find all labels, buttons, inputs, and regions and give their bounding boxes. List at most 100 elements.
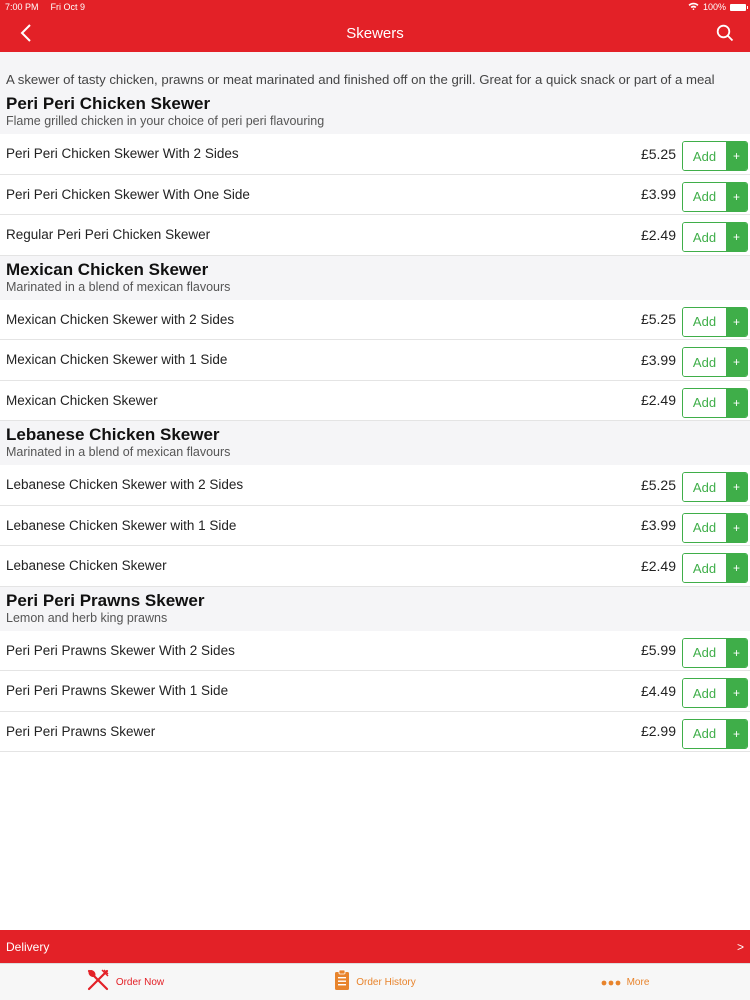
tab-label: Order Now xyxy=(115,976,165,988)
status-right: 100% xyxy=(688,2,748,12)
tab-label: Order History xyxy=(356,976,416,988)
section-header: Peri Peri Prawns Skewer Lemon and herb k… xyxy=(0,586,750,631)
plus-icon: + xyxy=(726,388,747,417)
menu-item-row: Regular Peri Peri Chicken Skewer £2.49 A… xyxy=(0,215,750,256)
add-button[interactable]: Add + xyxy=(682,553,748,583)
add-button[interactable]: Add + xyxy=(682,637,748,668)
item-price: £2.49 xyxy=(640,392,676,409)
category-description: A skewer of tasty chicken, prawns or mea… xyxy=(0,52,750,90)
delivery-bar[interactable]: Delivery > xyxy=(0,930,750,963)
item-name: Mexican Chicken Skewer with 2 Sides xyxy=(6,311,235,327)
menu-section: Peri Peri Prawns Skewer Lemon and herb k… xyxy=(0,586,750,752)
add-label: Add xyxy=(683,223,726,251)
item-price: £3.99 xyxy=(640,186,676,203)
add-label: Add xyxy=(683,638,726,667)
plus-icon: + xyxy=(726,348,747,376)
item-price: £2.49 xyxy=(640,557,676,574)
battery-percent: 100% xyxy=(702,2,726,12)
plus-icon: + xyxy=(726,719,747,748)
add-button[interactable]: Add + xyxy=(682,512,748,543)
add-button[interactable]: Add + xyxy=(682,678,748,708)
wifi-icon xyxy=(688,2,699,12)
item-name: Regular Peri Peri Chicken Skewer xyxy=(6,227,211,243)
add-button[interactable]: Add + xyxy=(682,222,748,252)
section-title: Peri Peri Chicken Skewer xyxy=(6,94,211,113)
item-price: £2.99 xyxy=(640,723,676,740)
section-title: Peri Peri Prawns Skewer xyxy=(6,590,205,610)
menu-item-row: Peri Peri Chicken Skewer With 2 Sides £5… xyxy=(0,134,750,175)
add-button[interactable]: Add + xyxy=(682,718,748,749)
add-label: Add xyxy=(683,473,726,501)
menu-item-row: Mexican Chicken Skewer with 2 Sides £5.2… xyxy=(0,299,750,340)
plus-icon: + xyxy=(726,638,747,667)
search-icon[interactable] xyxy=(712,20,738,46)
menu-item-row: Lebanese Chicken Skewer with 1 Side £3.9… xyxy=(0,505,750,546)
add-label: Add xyxy=(683,513,726,542)
item-name: Mexican Chicken Skewer with 1 Side xyxy=(6,352,228,368)
add-button[interactable]: Add + xyxy=(682,387,748,418)
add-button[interactable]: Add + xyxy=(682,181,748,212)
plus-icon: + xyxy=(726,182,747,211)
back-chevron-icon[interactable] xyxy=(14,18,38,48)
add-label: Add xyxy=(683,554,726,582)
item-price: £5.25 xyxy=(640,476,676,493)
add-button[interactable]: Add + xyxy=(682,472,748,502)
menu-item-row: Peri Peri Prawns Skewer With 2 Sides £5.… xyxy=(0,630,750,671)
add-label: Add xyxy=(683,679,726,707)
status-date: Fri Oct 9 xyxy=(50,2,86,12)
page-title: Skewers xyxy=(346,24,404,42)
section-subtitle: Flame grilled chicken in your choice of … xyxy=(6,114,325,128)
tab-order-now[interactable]: Order Now xyxy=(0,964,250,1000)
battery-icon xyxy=(730,3,748,11)
item-name: Lebanese Chicken Skewer with 1 Side xyxy=(6,517,237,533)
item-name: Peri Peri Prawns Skewer With 2 Sides xyxy=(6,642,235,658)
tab-bar: Order Now Order History More xyxy=(0,963,750,1000)
item-name: Peri Peri Prawns Skewer With 1 Side xyxy=(6,683,229,699)
add-label: Add xyxy=(683,142,726,170)
plus-icon: + xyxy=(726,142,747,170)
item-name: Peri Peri Chicken Skewer With 2 Sides xyxy=(6,146,239,162)
add-button[interactable]: Add + xyxy=(682,141,748,171)
more-dots-icon xyxy=(601,973,621,991)
add-button[interactable]: Add + xyxy=(682,347,748,377)
item-name: Peri Peri Chicken Skewer With One Side xyxy=(6,186,250,202)
menu-section: Lebanese Chicken Skewer Marinated in a b… xyxy=(0,421,750,587)
plus-icon: + xyxy=(726,307,747,336)
item-name: Peri Peri Prawns Skewer xyxy=(6,723,156,739)
menu-item-row: Lebanese Chicken Skewer £2.49 Add + xyxy=(0,546,750,587)
item-price: £5.25 xyxy=(640,311,676,328)
menu-section: Peri Peri Chicken Skewer Flame grilled c… xyxy=(0,90,750,256)
item-name: Mexican Chicken Skewer xyxy=(6,392,158,408)
section-header: Peri Peri Chicken Skewer Flame grilled c… xyxy=(0,90,750,134)
add-label: Add xyxy=(683,388,726,417)
item-price: £3.99 xyxy=(640,351,676,368)
menu-item-row: Peri Peri Chicken Skewer With One Side £… xyxy=(0,174,750,215)
section-title: Mexican Chicken Skewer xyxy=(6,259,209,279)
item-price: £5.25 xyxy=(640,145,676,162)
status-bar: 7:00 PM Fri Oct 9 100% xyxy=(0,0,750,14)
tab-label: More xyxy=(626,976,650,988)
menu-item-row: Peri Peri Prawns Skewer With 1 Side £4.4… xyxy=(0,671,750,712)
add-button[interactable]: Add + xyxy=(682,306,748,337)
tab-order-history[interactable]: Order History xyxy=(250,964,500,1000)
clipboard-icon xyxy=(334,969,350,996)
section-subtitle: Marinated in a blend of mexican flavours xyxy=(6,445,231,459)
status-time: 7:00 PM xyxy=(5,2,39,12)
plus-icon: + xyxy=(726,223,747,251)
section-subtitle: Marinated in a blend of mexican flavours xyxy=(6,279,231,294)
add-label: Add xyxy=(683,182,726,211)
plus-icon: + xyxy=(726,473,747,501)
item-price: £5.99 xyxy=(640,642,676,659)
delivery-label: Delivery xyxy=(6,939,50,954)
add-label: Add xyxy=(683,348,726,376)
tab-more[interactable]: More xyxy=(500,964,750,1000)
plus-icon: + xyxy=(726,513,747,542)
chevron-right-icon: > xyxy=(736,939,744,954)
menu-list: A skewer of tasty chicken, prawns or mea… xyxy=(0,52,750,930)
fork-knife-icon xyxy=(86,968,110,997)
section-header: Lebanese Chicken Skewer Marinated in a b… xyxy=(0,421,750,465)
item-price: £4.49 xyxy=(640,682,676,699)
plus-icon: + xyxy=(726,554,747,582)
menu-item-row: Mexican Chicken Skewer with 1 Side £3.99… xyxy=(0,340,750,381)
menu-section: Mexican Chicken Skewer Marinated in a bl… xyxy=(0,255,750,421)
